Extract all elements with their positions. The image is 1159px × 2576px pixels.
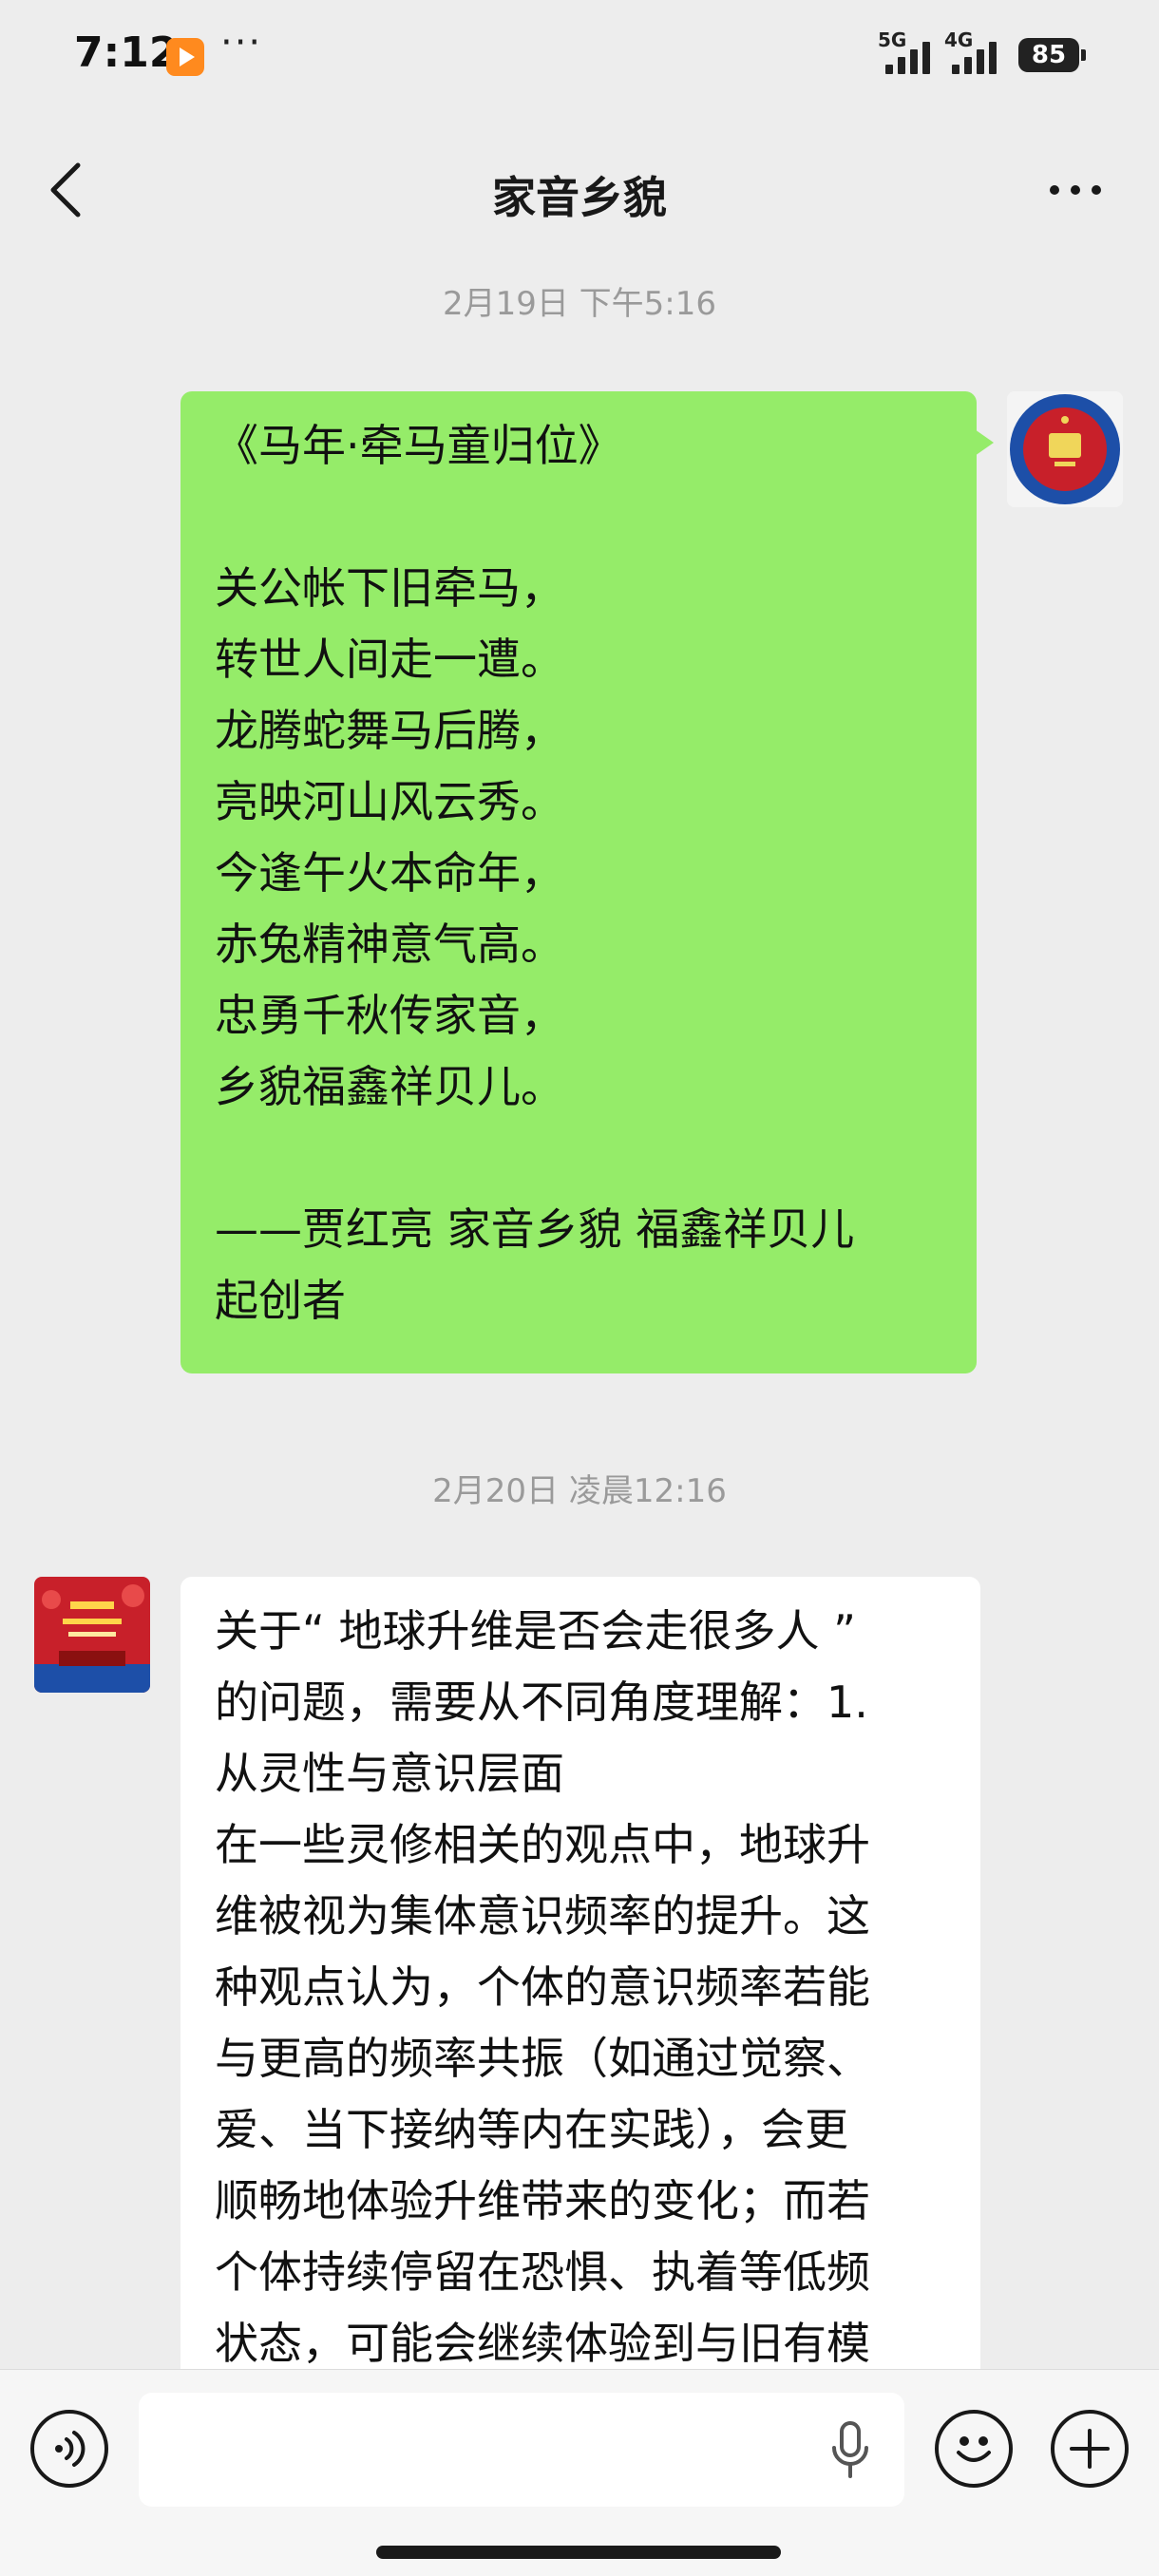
more-horizontal-icon[interactable] — [1045, 171, 1106, 209]
status-time: 7:12 — [74, 28, 179, 77]
status-bar: 7:12 ··· 5G 4G 85 — [0, 0, 1159, 114]
message-timestamp: 2月20日 凌晨12:16 — [432, 1472, 727, 1510]
signal-5g-icon: 5G — [878, 28, 944, 74]
home-indicator[interactable] — [376, 2546, 781, 2559]
emoji-smile-icon[interactable] — [935, 2410, 1013, 2488]
status-more-dots: ··· — [220, 21, 263, 65]
other-message-bubble[interactable]: 关于“ 地球升维是否会走很多人 ” 的问题，需要从不同角度理解：1. 从灵性与意… — [180, 1577, 980, 2371]
other-message-container: 关于“ 地球升维是否会走很多人 ” 的问题，需要从不同角度理解：1. 从灵性与意… — [180, 1577, 980, 2371]
chat-title: 家音乡貌 — [492, 172, 667, 223]
chat-header: 家音乡貌 — [0, 114, 1159, 266]
round-emblem-avatar[interactable] — [1007, 391, 1123, 507]
signal-4g-icon: 4G — [944, 28, 1011, 74]
message-timestamp: 2月19日 下午5:16 — [442, 285, 717, 323]
emblem-avatar-image — [1007, 391, 1123, 507]
battery-indicator: 85 — [1018, 38, 1086, 72]
message-input[interactable] — [139, 2393, 904, 2507]
plus-sign-icon — [1070, 2429, 1110, 2469]
voice-mode-icon[interactable] — [30, 2410, 108, 2488]
video-app-icon — [166, 38, 204, 76]
voice-waves-icon — [55, 2431, 86, 2467]
plus-icon[interactable] — [1051, 2410, 1129, 2488]
poster-avatar-image — [34, 1577, 150, 1693]
microphone-icon[interactable] — [826, 2419, 874, 2482]
red-poster-avatar[interactable] — [34, 1577, 150, 1693]
my-message-bubble[interactable]: 《马年·牵马童归位》 关公帐下旧牵马， 转世人间走一遭。 龙腾蛇舞马后腾， 亮映… — [180, 391, 994, 1373]
smile-face-icon — [957, 2436, 991, 2462]
